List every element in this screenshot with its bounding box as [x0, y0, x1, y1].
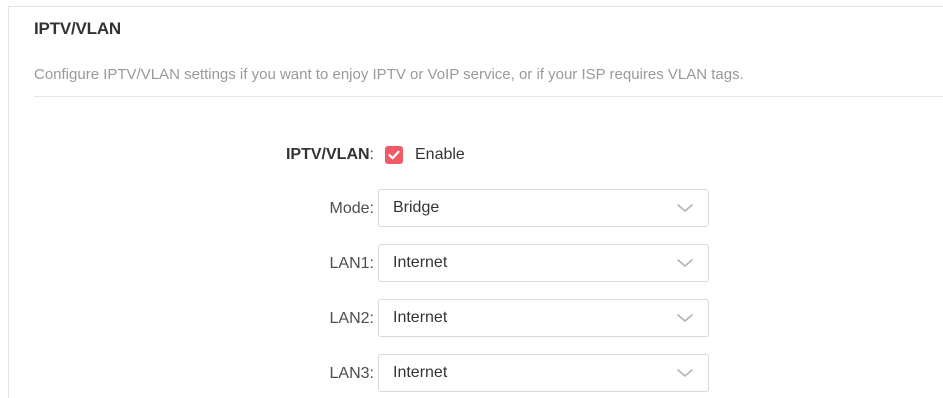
chevron-down-icon: [677, 204, 693, 212]
mode-row: Mode: Bridge: [9, 189, 943, 229]
chevron-down-icon: [677, 259, 693, 267]
check-icon: [385, 146, 403, 164]
iptv-vlan-label: IPTV/VLAN:: [285, 146, 374, 163]
chevron-down-icon: [677, 369, 693, 377]
lan3-select[interactable]: Internet: [378, 354, 709, 392]
lan1-label: LAN1:: [329, 255, 374, 272]
mode-label: Mode:: [329, 200, 374, 217]
iptv-vlan-panel: IPTV/VLAN Configure IPTV/VLAN settings i…: [8, 6, 943, 398]
lan2-row: LAN2: Internet: [9, 299, 943, 339]
lan3-row: LAN3: Internet: [9, 354, 943, 394]
section-title: IPTV/VLAN: [34, 19, 121, 38]
lan1-select-value: Internet: [393, 254, 448, 271]
mode-select[interactable]: Bridge: [378, 189, 709, 227]
lan1-row: LAN1: Internet: [9, 244, 943, 284]
chevron-down-icon: [677, 314, 693, 322]
lan2-select-value: Internet: [393, 309, 448, 326]
section-description: Configure IPTV/VLAN settings if you want…: [34, 66, 744, 83]
lan3-select-value: Internet: [393, 364, 448, 381]
lan3-label: LAN3:: [329, 365, 374, 382]
enable-label: Enable: [415, 146, 465, 163]
divider: [34, 96, 943, 97]
mode-select-value: Bridge: [393, 199, 440, 216]
iptv-vlan-row: IPTV/VLAN: Enable: [9, 135, 943, 175]
lan2-select[interactable]: Internet: [378, 299, 709, 337]
iptv-vlan-enable-checkbox[interactable]: Enable: [385, 145, 465, 165]
lan1-select[interactable]: Internet: [378, 244, 709, 282]
lan2-label: LAN2:: [329, 310, 374, 327]
